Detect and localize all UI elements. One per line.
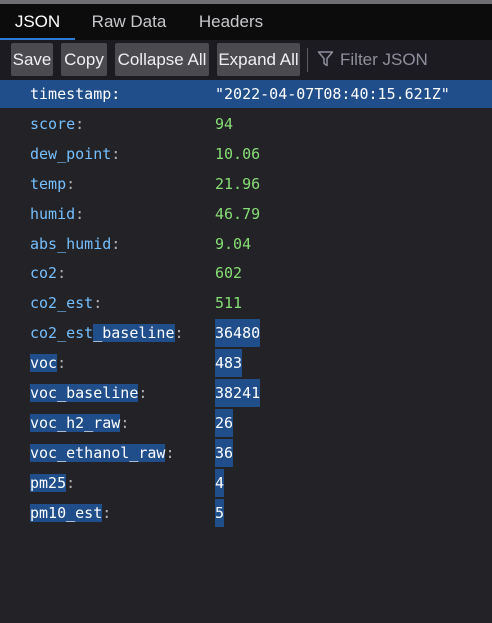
- json-key: co2:: [30, 259, 66, 287]
- toolbar-divider: [307, 48, 308, 72]
- json-key-text: voc_h2_raw: [30, 413, 121, 432]
- json-row-humid[interactable]: humid: 46.79: [0, 200, 492, 228]
- json-row-co2-est[interactable]: co2_est: 511: [0, 289, 492, 317]
- json-key: pm10_est:: [30, 499, 111, 527]
- copy-button[interactable]: Copy: [61, 43, 107, 76]
- json-key-text: dew_point: [30, 144, 112, 163]
- json-row-co2[interactable]: co2: 602: [0, 259, 492, 287]
- json-value: 511: [215, 294, 243, 313]
- json-value: 46.79: [215, 204, 261, 223]
- json-colon: :: [111, 234, 121, 253]
- json-colon: :: [93, 294, 103, 313]
- json-row-voc-h2-raw[interactable]: voc_h2_raw: 26: [0, 408, 492, 437]
- json-key-text-plain: co2_est: [30, 324, 94, 343]
- json-value: 9.04: [215, 234, 252, 253]
- json-key: dew_point:: [30, 140, 120, 168]
- json-key: voc_ethanol_raw:: [30, 439, 175, 467]
- json-colon: :: [138, 384, 148, 402]
- json-colon: :: [75, 114, 85, 133]
- json-key-text: abs_humid: [30, 234, 112, 253]
- json-value: 38241: [215, 379, 261, 407]
- json-colon: :: [66, 473, 76, 492]
- json-key: humid:: [30, 200, 84, 228]
- json-value: 21.96: [215, 174, 261, 193]
- filter-json-input[interactable]: Filter JSON: [340, 43, 428, 76]
- json-key-text: voc: [30, 354, 58, 373]
- json-colon: :: [57, 354, 67, 373]
- json-colon: :: [75, 204, 85, 223]
- json-key: score:: [30, 110, 84, 138]
- json-colon: :: [66, 174, 76, 193]
- json-row-abs-humid[interactable]: abs_humid: 9.04: [0, 230, 492, 258]
- json-key-text: co2_est: [30, 294, 94, 313]
- json-key-text: temp: [30, 174, 67, 193]
- json-key-text: voc_baseline: [30, 384, 139, 402]
- tab-headers[interactable]: Headers: [188, 4, 274, 40]
- json-value: 94: [215, 114, 234, 133]
- json-colon: :: [120, 413, 130, 432]
- json-key: temp:: [30, 170, 75, 198]
- json-value: 5: [215, 498, 225, 527]
- json-row-dew-point[interactable]: dew_point: 10.06: [0, 140, 492, 168]
- json-key: voc_h2_raw:: [30, 409, 129, 437]
- json-key-text: pm25: [30, 473, 67, 492]
- json-colon: :: [165, 443, 175, 462]
- json-key-text: voc_ethanol_raw: [30, 443, 166, 462]
- tab-json[interactable]: JSON: [0, 4, 75, 40]
- json-key-text: score: [30, 114, 76, 133]
- collapse-all-button[interactable]: Collapse All: [115, 43, 209, 76]
- json-value: 26: [215, 408, 234, 437]
- json-row-pm10-est[interactable]: pm10_est: 5: [0, 498, 492, 527]
- json-colon: :: [111, 144, 121, 163]
- json-row-co2-est-baseline[interactable]: co2_est_baseline: 36480: [0, 319, 492, 348]
- json-key: voc:: [30, 349, 66, 377]
- json-row-voc-baseline[interactable]: voc_baseline: 38241: [0, 379, 492, 407]
- json-key: abs_humid:: [30, 230, 120, 258]
- json-row-voc-ethanol-raw[interactable]: voc_ethanol_raw: 36: [0, 438, 492, 467]
- json-key-text: pm10_est: [30, 503, 103, 522]
- save-button[interactable]: Save: [11, 43, 53, 76]
- json-key: pm25:: [30, 469, 75, 497]
- json-colon: :: [174, 324, 184, 343]
- json-row-timestamp[interactable]: timestamp: "2022-04-07T08:40:15.621Z": [0, 80, 492, 108]
- json-key-text: co2: [30, 264, 58, 283]
- json-key: co2_est_baseline:: [30, 319, 184, 347]
- toolbar: Save Copy Collapse All Expand All Filter…: [0, 40, 492, 81]
- json-value: 483: [215, 349, 243, 378]
- json-key-text: co2_est_baseline: [30, 324, 175, 343]
- json-colon: :: [111, 85, 121, 103]
- json-value: "2022-04-07T08:40:15.621Z": [215, 85, 450, 103]
- json-key: voc_baseline:: [30, 379, 147, 407]
- json-row-voc[interactable]: voc: 483: [0, 349, 492, 378]
- json-value: 36: [215, 438, 234, 467]
- json-row-score[interactable]: score: 94: [0, 110, 492, 138]
- expand-all-button[interactable]: Expand All: [217, 43, 300, 76]
- json-value: 602: [215, 264, 243, 283]
- json-key: timestamp:: [30, 80, 120, 108]
- viewer-tab-bar: JSON Raw Data Headers: [0, 4, 492, 40]
- json-value: 4: [215, 468, 225, 497]
- json-row-pm25[interactable]: pm25: 4: [0, 468, 492, 497]
- json-key-text: humid: [30, 204, 76, 223]
- json-colon: :: [57, 264, 67, 283]
- filter-icon: [317, 51, 334, 67]
- json-row-temp[interactable]: temp: 21.96: [0, 170, 492, 198]
- json-value: 10.06: [215, 144, 261, 163]
- json-key-text: timestamp: [30, 85, 112, 103]
- json-value: 36480: [215, 319, 261, 348]
- tab-raw-data[interactable]: Raw Data: [80, 4, 178, 40]
- json-key: co2_est:: [30, 289, 102, 317]
- json-colon: :: [102, 503, 112, 522]
- json-key-text-selected: _baseline: [93, 324, 175, 343]
